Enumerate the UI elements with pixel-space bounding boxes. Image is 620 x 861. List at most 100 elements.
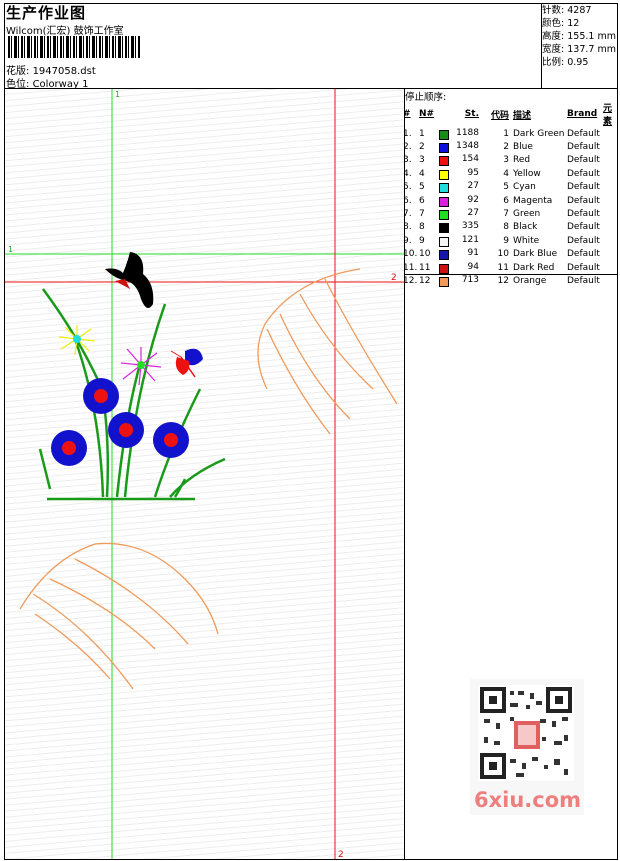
table-row: 11. 11 94 11 Dark Red Default [403, 261, 620, 274]
row-index: 3. [403, 155, 412, 166]
table-row: 3. 3 154 3 Red Default [403, 154, 620, 167]
row-code: 2 [503, 142, 509, 153]
color-swatch [439, 183, 449, 194]
stitches-value: 4287 [567, 5, 592, 16]
row-code: 3 [503, 155, 509, 166]
row-number: 10 [419, 249, 431, 260]
row-index: 10. [403, 249, 418, 260]
table-row: 5. 5 27 5 Cyan Default [403, 181, 620, 194]
col-code: 代码 [490, 110, 509, 121]
row-desc: Cyan [513, 182, 536, 193]
col-brand: Brand [567, 109, 598, 119]
row-desc: Dark Red [513, 262, 555, 273]
row-number: 5 [419, 182, 425, 193]
row-element [603, 221, 620, 234]
color-swatch [439, 236, 449, 247]
colors-label: 颜色: [542, 18, 565, 29]
col-desc: 描述 [513, 110, 532, 121]
row-desc: Blue [513, 142, 533, 153]
design-stats: 针数: 4287 颜色: 12 高度: 155.1 mm 宽度: 137.7 m… [542, 4, 618, 69]
scale-value: 0.95 [567, 57, 589, 68]
row-element [603, 194, 620, 207]
row-element [603, 234, 620, 247]
row-index: 8. [403, 222, 412, 233]
row-brand: Default [567, 209, 600, 220]
table-header-row: # N# St. 代码 描述 Brand 元素 [403, 101, 620, 127]
row-index: 7. [403, 209, 412, 220]
row-index: 6. [403, 195, 412, 206]
orange-leaf-top [257, 268, 398, 435]
row-stitches: 713 [439, 274, 483, 287]
row-brand: Default [567, 155, 600, 166]
color-swatch [439, 263, 449, 274]
color-swatch [439, 143, 449, 154]
row-element [603, 154, 620, 167]
row-index: 12. [403, 275, 418, 286]
yellow-star-flower [58, 325, 96, 356]
row-brand: Default [567, 275, 600, 286]
row-number: 6 [419, 195, 425, 206]
flower-stems [38, 288, 226, 501]
table-row: 9. 9 121 9 White Default [403, 234, 620, 247]
row-stitches: 91 [439, 248, 483, 261]
row-element [603, 207, 620, 220]
guide-green-vertical-label: 1 [115, 90, 120, 99]
width-label: 宽度: [542, 44, 565, 55]
blue-flower-4 [153, 422, 189, 458]
row-code: 7 [503, 209, 509, 220]
color-swatch [439, 210, 449, 221]
guide-green-horizontal-label: 1 [8, 245, 13, 254]
table-row: 6. 6 92 6 Magenta Default [403, 194, 620, 207]
blue-flower-3 [108, 412, 144, 448]
row-code: 9 [503, 235, 509, 246]
row-desc: Orange [513, 275, 547, 286]
row-index: 1. [403, 128, 412, 139]
watermark-logo: 6xiu.com [474, 788, 582, 812]
color-swatch [439, 169, 449, 180]
row-brand: Default [567, 222, 600, 233]
color-swatch [439, 196, 449, 207]
height-value: 155.1 mm [567, 31, 616, 42]
row-desc: Red [513, 155, 531, 166]
col-index: # [403, 109, 411, 119]
row-code: 5 [503, 182, 509, 193]
row-desc: White [513, 235, 540, 246]
row-brand: Default [567, 235, 600, 246]
col-n: N# [419, 109, 435, 119]
color-swatch [439, 129, 449, 140]
row-element [603, 140, 620, 153]
row-code: 12 [497, 275, 509, 286]
row-stitches: 121 [439, 234, 483, 247]
row-number: 1 [419, 128, 425, 139]
blue-flower-2 [51, 430, 87, 466]
row-stitches: 27 [439, 207, 483, 221]
stitches-label: 针数: [542, 5, 565, 16]
table-row: 12. 12 713 12 Orange Default [403, 274, 620, 287]
row-desc: Dark Blue [513, 249, 558, 260]
row-brand: Default [567, 195, 600, 206]
height-label: 高度: [542, 31, 565, 42]
table-row: 1. 1 1188 1 Dark Green Default [403, 127, 620, 140]
row-stitches: 95 [439, 167, 483, 180]
row-number: 8 [419, 222, 425, 233]
guide-red-horizontal-label: 2 [391, 273, 397, 283]
table-row: 4. 4 95 4 Yellow Default [403, 167, 620, 180]
row-index: 11. [403, 262, 418, 273]
qr-code-icon [478, 685, 574, 781]
row-number: 9 [419, 235, 425, 246]
red-butterfly [170, 348, 203, 378]
embroidery-preview: 1 1 2 2 [5, 89, 404, 859]
row-code: 4 [503, 168, 509, 179]
row-stitches: 27 [439, 181, 483, 194]
colors-value: 12 [567, 18, 580, 29]
color-swatch [439, 223, 449, 234]
color-swatch [439, 276, 449, 287]
row-element [603, 127, 620, 140]
barcode [8, 36, 140, 58]
stop-sequence-table: # N# St. 代码 描述 Brand 元素 1. 1 1188 1 Dark Gre… [403, 101, 620, 288]
color-swatch [439, 156, 449, 167]
row-stitches: 154 [439, 154, 483, 167]
row-code: 8 [503, 222, 509, 233]
page-title: 生产作业图 [6, 4, 87, 22]
row-desc: Magenta [513, 195, 553, 206]
